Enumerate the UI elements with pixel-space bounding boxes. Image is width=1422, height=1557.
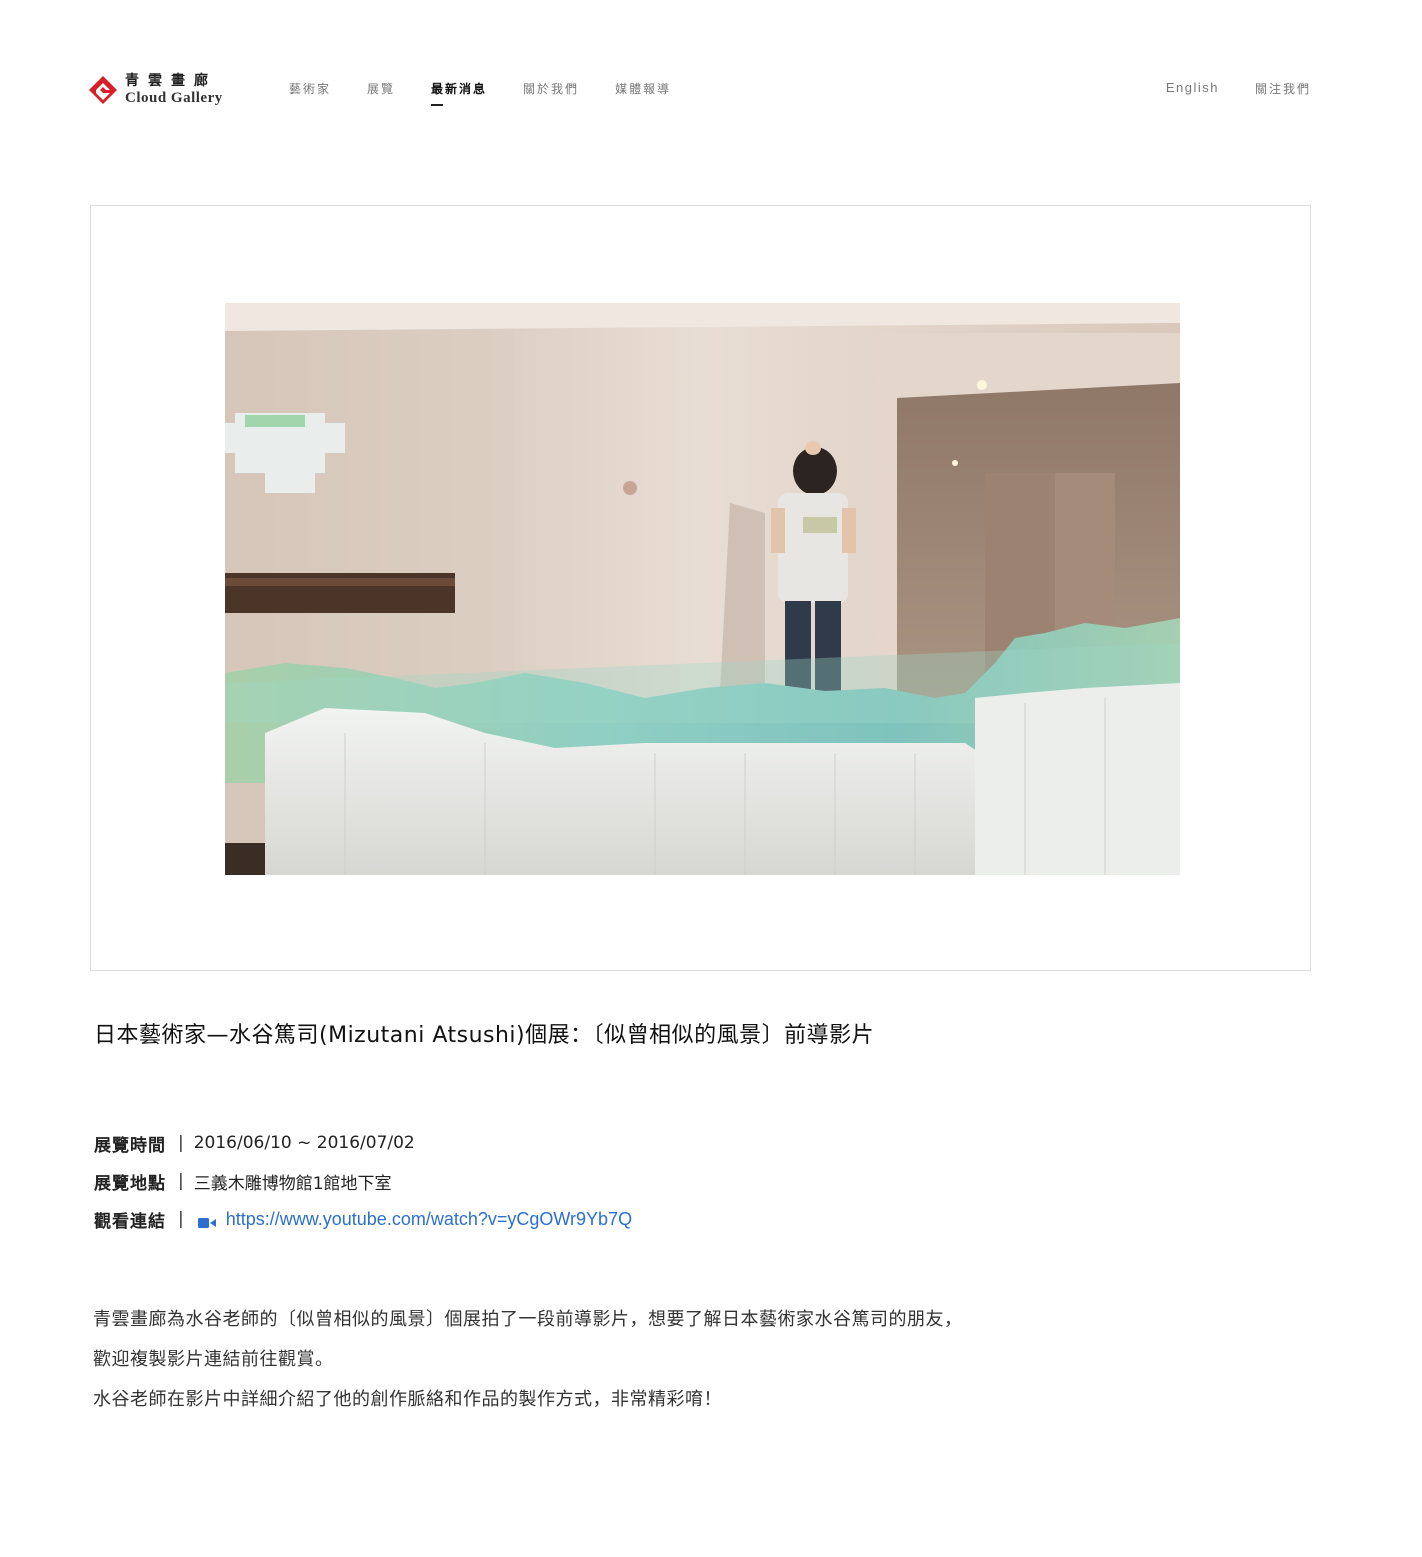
logo-text-chinese: 青雲畫廊 (125, 73, 217, 89)
follow-us-link[interactable]: 關注我們 (1255, 80, 1311, 97)
header-right-links: English 關注我們 (1130, 80, 1311, 97)
youtube-link[interactable]: https://www.youtube.com/watch?v=yCgOWr9Y… (194, 1209, 632, 1230)
logo[interactable]: 青雲畫廊 Cloud Gallery (88, 73, 248, 107)
post-title: 日本藝術家—水谷篤司(Mizutani Atsushi)個展：〔似曾相似的風景〕… (94, 1023, 875, 1048)
language-switch-link[interactable]: English (1166, 80, 1219, 97)
post-body: 青雲畫廊為水谷老師的〔似曾相似的風景〕個展拍了一段前導影片，想要了解日本藝術家水… (93, 1300, 963, 1420)
youtube-link-text: https://www.youtube.com/watch?v=yCgOWr9Y… (225, 1208, 633, 1229)
info-row-place: 展覽地點 | 三義木雕博物館1館地下室 (94, 1162, 632, 1200)
main-nav: 藝術家 展覽 最新消息 關於我們 媒體報導 (289, 80, 707, 106)
date-separator: | (178, 1133, 184, 1153)
cloud-gallery-logo-icon (88, 75, 118, 105)
logo-text-english: Cloud Gallery (125, 90, 223, 106)
body-paragraph: 歡迎複製影片連結前往觀賞。 (93, 1349, 334, 1370)
exhibition-photo (225, 303, 1180, 875)
place-separator: | (178, 1171, 184, 1191)
post-info: 展覽時間 | 2016/06/10 ~ 2016/07/02 展覽地點 | 三義… (94, 1124, 632, 1238)
info-row-link: 觀看連結 | https://www.youtube.com/watch?v=y… (94, 1200, 632, 1238)
link-label: 觀看連結 (94, 1211, 166, 1232)
link-separator: | (178, 1209, 184, 1229)
body-paragraph: 青雲畫廊為水谷老師的〔似曾相似的風景〕個展拍了一段前導影片，想要了解日本藝術家水… (93, 1309, 963, 1330)
place-label: 展覽地點 (94, 1173, 166, 1194)
date-value: 2016/06/10 ~ 2016/07/02 (193, 1133, 415, 1153)
date-label: 展覽時間 (94, 1135, 166, 1156)
nav-item-news[interactable]: 最新消息 (431, 80, 487, 106)
nav-item-press[interactable]: 媒體報導 (615, 80, 671, 97)
info-row-date: 展覽時間 | 2016/06/10 ~ 2016/07/02 (94, 1124, 632, 1162)
video-camera-icon (197, 1213, 216, 1228)
nav-item-artists[interactable]: 藝術家 (289, 80, 331, 97)
media-frame (90, 205, 1311, 971)
nav-item-about[interactable]: 關於我們 (523, 80, 579, 97)
body-paragraph: 水谷老師在影片中詳細介紹了他的創作脈絡和作品的製作方式，非常精彩唷！ (93, 1389, 722, 1410)
place-value: 三義木雕博物館1館地下室 (193, 1173, 392, 1194)
nav-item-exhibitions[interactable]: 展覽 (367, 80, 395, 97)
site-header: 青雲畫廊 Cloud Gallery 藝術家 展覽 最新消息 關於我們 媒體報導… (0, 0, 1422, 130)
